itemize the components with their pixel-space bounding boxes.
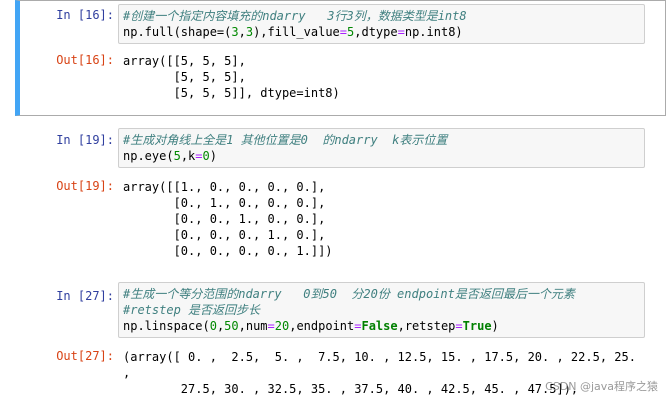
cell-output: array([[5, 5, 5], [5, 5, 5], [5, 5, 5]],…: [123, 53, 655, 101]
code-input[interactable]: #创建一个指定内容填充的ndarry 3行3列，数据类型是int8 np.ful…: [118, 4, 645, 44]
code-comment: #retstep 是否返回步长: [123, 303, 261, 317]
output-prompt: Out[19]:: [56, 179, 114, 193]
output-line: [0., 0., 0., 0., 1.]]): [123, 244, 333, 258]
watermark: CSDN @java程序之猿: [545, 380, 658, 393]
input-prompt: In [19]:: [56, 133, 114, 147]
output-line: [5, 5, 5],: [123, 70, 246, 84]
notebook-cell-16[interactable]: In [16]: #创建一个指定内容填充的ndarry 3行3列，数据类型是in…: [15, 0, 666, 116]
output-line: array([[5, 5, 5],: [123, 54, 246, 68]
output-line: (array([ 0. , 2.5, 5. , 7.5, 10. , 12.5,…: [123, 350, 644, 364]
output-line: [0., 0., 0., 1., 0.],: [123, 228, 326, 242]
code-input[interactable]: #生成一个等分范围的ndarry 0到50 分20份 endpoint是否返回最…: [118, 282, 645, 338]
output-line: [0., 1., 0., 0., 0.],: [123, 196, 326, 210]
input-prompt: In [16]:: [56, 8, 114, 22]
code-comment: #创建一个指定内容填充的ndarry 3行3列，数据类型是int8: [123, 9, 467, 23]
notebook-cell-19[interactable]: In [19]: #生成对角线上全是1 其他位置是0 的ndarry k表示位置…: [15, 124, 666, 270]
output-prompt: Out[16]:: [56, 53, 114, 67]
output-line: array([[1., 0., 0., 0., 0.],: [123, 180, 326, 194]
code-comment: #生成对角线上全是1 其他位置是0 的ndarry k表示位置: [123, 133, 448, 147]
code-input[interactable]: #生成对角线上全是1 其他位置是0 的ndarry k表示位置 np.eye(5…: [118, 128, 645, 168]
code-line: np.linspace(0,50,num=20,endpoint=False,r…: [123, 319, 499, 333]
cell-output: array([[1., 0., 0., 0., 0.], [0., 1., 0.…: [123, 179, 655, 259]
code-comment: #生成一个等分范围的ndarry 0到50 分20份 endpoint是否返回最…: [123, 287, 575, 301]
output-line: [5, 5, 5]], dtype=int8): [123, 86, 340, 100]
input-prompt: In [27]:: [56, 289, 114, 303]
code-line: np.full(shape=(3,3),fill_value=5,dtype=n…: [123, 25, 463, 39]
output-line: [0., 0., 1., 0., 0.],: [123, 212, 326, 226]
output-prompt: Out[27]:: [56, 349, 114, 363]
code-line: np.eye(5,k=0): [123, 149, 217, 163]
